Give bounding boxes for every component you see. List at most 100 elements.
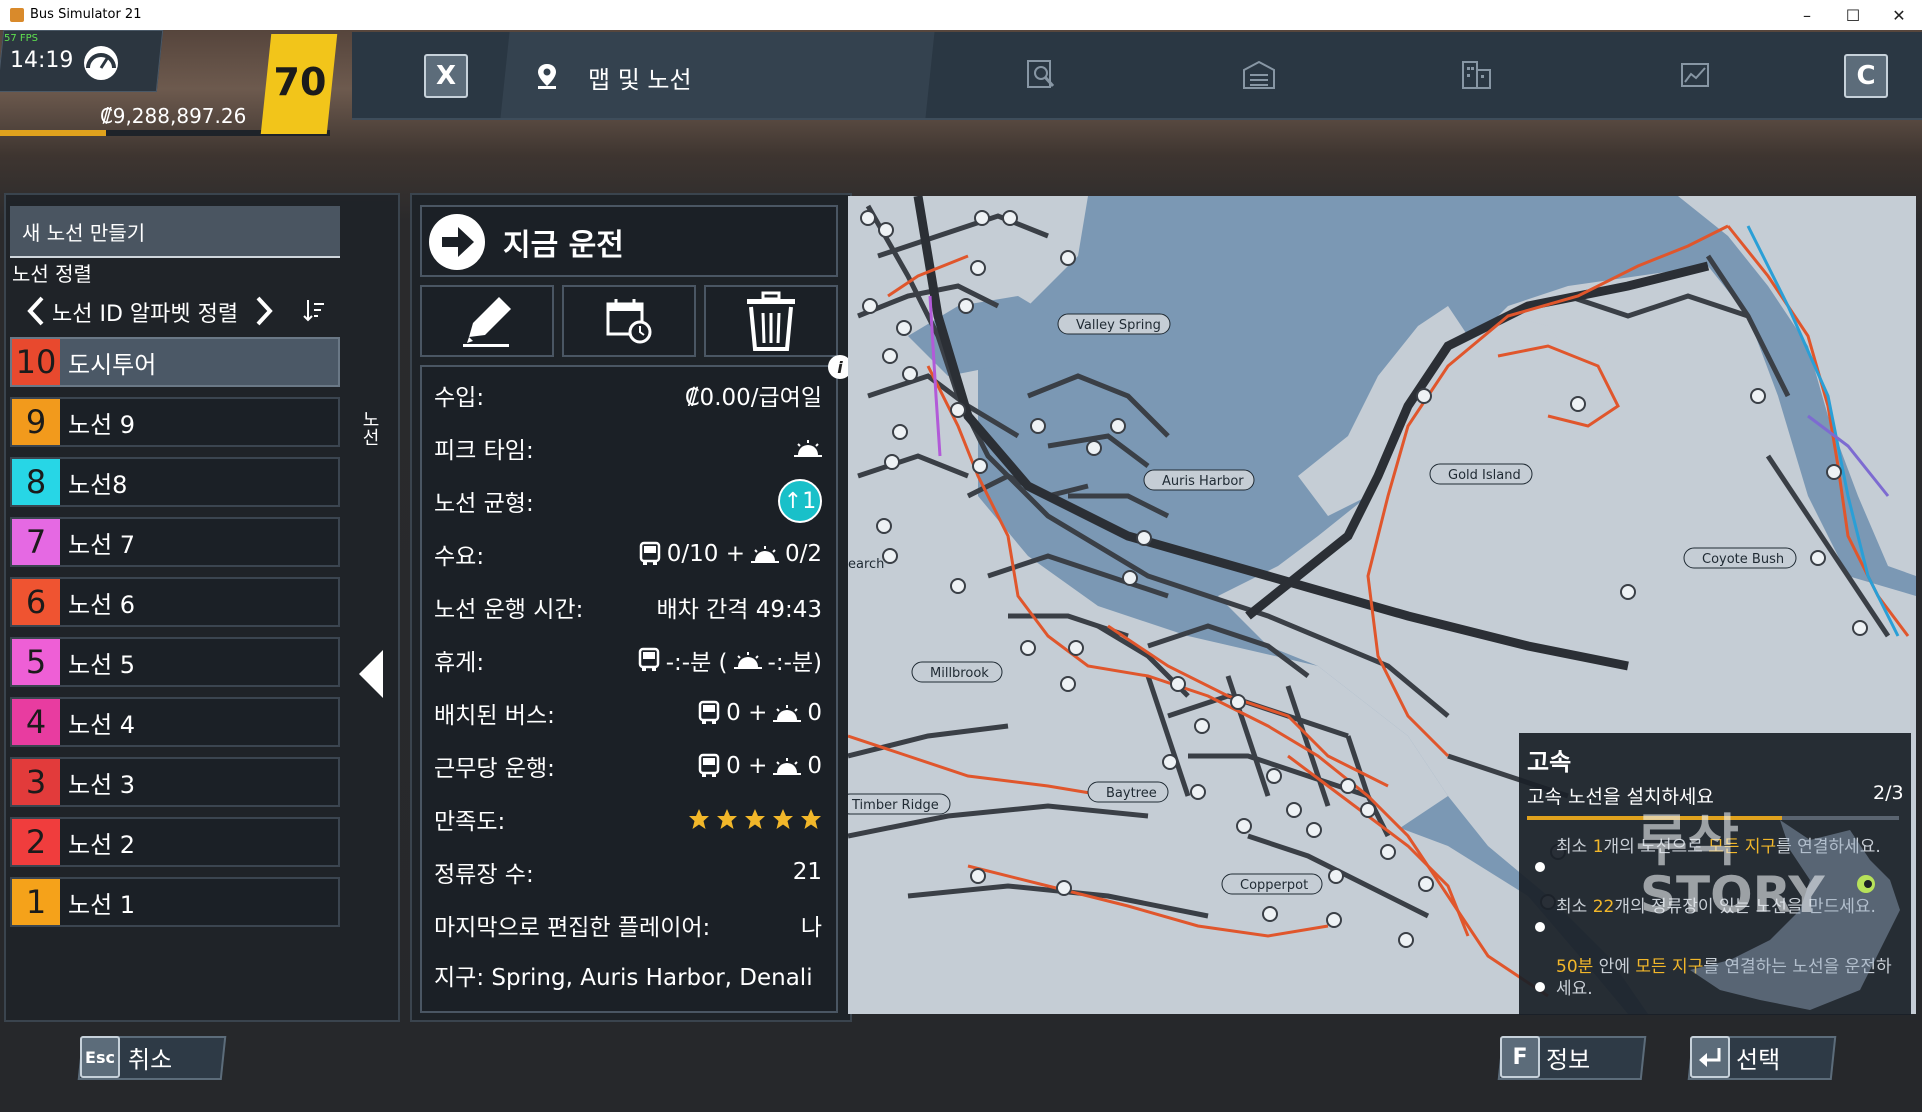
map-label-baytree: Baytree xyxy=(1106,786,1157,801)
game-speed-gauge-icon[interactable] xyxy=(82,44,120,82)
quest-bullet xyxy=(1535,862,1545,872)
star-icon xyxy=(745,809,765,829)
stat-value: 0/10 + 0/2 xyxy=(639,541,822,567)
close-menu-key[interactable]: X xyxy=(424,54,468,98)
route-number-badge: 8 xyxy=(12,459,60,505)
route-item[interactable]: 5 노선 5 xyxy=(10,637,340,687)
route-item[interactable]: 3 노선 3 xyxy=(10,757,340,807)
stat-peak: 0 xyxy=(807,700,822,726)
bus-icon xyxy=(639,541,660,565)
districts-text: 지구: Spring, Auris Harbor, Denali Re xyxy=(434,965,822,991)
edit-route-button[interactable] xyxy=(420,285,554,357)
delete-route-button[interactable] xyxy=(704,285,838,357)
route-name: 노선 2 xyxy=(68,830,136,859)
route-item[interactable]: 4 노선 4 xyxy=(10,697,340,747)
stats-chart-icon[interactable] xyxy=(1678,58,1712,92)
map-label-valley-spring: Valley Spring xyxy=(1076,318,1161,333)
stat-text: ₡0.00/급여일 xyxy=(684,385,822,411)
route-item[interactable]: 6 노선 6 xyxy=(10,577,340,627)
sort-value: 노선 ID 알파벳 정렬 xyxy=(52,302,239,327)
delete-trash-icon xyxy=(747,291,795,351)
sort-order-icon[interactable] xyxy=(302,298,326,322)
stat-primary: 0 + xyxy=(726,753,768,779)
edit-pencil-icon xyxy=(463,297,511,347)
stat-value xyxy=(688,808,822,830)
map-search-icon[interactable] xyxy=(1024,58,1058,92)
map-label-copperpot: Copperpot xyxy=(1240,878,1308,893)
stat-primary: 0 + xyxy=(726,700,768,726)
next-tab-key[interactable]: C xyxy=(1844,54,1888,98)
stat-text: 배차 간격 49:43 xyxy=(656,597,822,623)
xp-bar-fill xyxy=(0,130,106,136)
route-number-badge: 7 xyxy=(12,519,60,565)
stat-label: 근무당 운행: xyxy=(434,756,555,782)
window-title: Bus Simulator 21 xyxy=(30,7,142,22)
route-item[interactable]: 10 도시투어 xyxy=(10,337,340,387)
enter-key[interactable] xyxy=(1690,1036,1730,1078)
buildings-icon[interactable] xyxy=(1460,58,1494,92)
map-label-cut: earch xyxy=(848,557,884,572)
maximize-button[interactable]: ☐ xyxy=(1830,0,1876,30)
collapse-panel-arrow-icon[interactable] xyxy=(357,648,387,700)
stat-label: 만족도: xyxy=(434,809,506,835)
stat-label: 노선 운행 시간: xyxy=(434,597,584,623)
stat-row: 피크 타임: xyxy=(434,428,822,468)
chevron-right-icon[interactable] xyxy=(254,296,274,326)
player-level: 70 xyxy=(273,60,327,104)
route-item[interactable]: 7 노선 7 xyxy=(10,517,340,567)
stat-peak: -:-분) xyxy=(767,650,822,676)
route-name: 노선8 xyxy=(68,470,128,499)
stat-value: 0 + 0 xyxy=(698,700,822,726)
star-icon xyxy=(689,809,709,829)
fps-counter: 57 FPS xyxy=(4,33,39,44)
route-item[interactable]: 2 노선 2 xyxy=(10,817,340,867)
quest-bullet xyxy=(1535,982,1545,992)
esc-key[interactable]: Esc xyxy=(80,1036,120,1078)
bus-icon xyxy=(698,753,720,777)
stat-label: 노선 균형: xyxy=(434,491,534,517)
app-icon xyxy=(10,8,24,22)
star-icon xyxy=(717,809,737,829)
quest-title: 고속 xyxy=(1527,748,1572,776)
stat-value: -:-분 (-:-분) xyxy=(638,643,822,677)
stat-value: 나 xyxy=(801,908,822,942)
new-route-button[interactable]: 새 노선 만들기 xyxy=(10,206,340,256)
quest-highlight: 1 xyxy=(1592,837,1604,857)
schedule-calendar-icon xyxy=(606,299,652,344)
arrow-right-circle-icon xyxy=(429,214,485,270)
depot-icon[interactable] xyxy=(1242,58,1276,92)
route-item[interactable]: 1 노선 1 xyxy=(10,877,340,927)
close-window-button[interactable]: ✕ xyxy=(1876,0,1922,30)
quest-text: 안에 xyxy=(1593,957,1636,977)
stat-row: 수요: 0/10 + 0/2 xyxy=(434,534,822,574)
stat-label: 피크 타임: xyxy=(434,438,534,464)
stat-value: 21 xyxy=(793,859,822,885)
map-label-timber-ridge: Timber Ridge xyxy=(851,798,939,813)
f-key[interactable]: F xyxy=(1500,1036,1540,1078)
quest-highlight: 50분 xyxy=(1556,957,1594,977)
stat-row: 노선 균형: ↑1 xyxy=(434,479,822,523)
stat-row: 근무당 운행: 0 + 0 xyxy=(434,746,822,786)
stat-row: 배치된 버스: 0 + 0 xyxy=(434,693,822,733)
sort-selector[interactable]: 노선 ID 알파벳 정렬 xyxy=(12,290,332,330)
route-number-badge: 4 xyxy=(12,699,60,745)
route-number-badge: 1 xyxy=(12,879,60,925)
quest-text: 최소 xyxy=(1556,837,1593,857)
stat-row: 마지막으로 편집한 플레이어: 나 xyxy=(434,905,822,945)
route-number-badge: 2 xyxy=(12,819,60,865)
stat-peak: 0 xyxy=(807,753,822,779)
stat-label: 마지막으로 편집한 플레이어: xyxy=(434,915,711,941)
route-item[interactable]: 8 노선8 xyxy=(10,457,340,507)
stat-label: 정류장 수: xyxy=(434,862,534,888)
map-label-gold-island: Gold Island xyxy=(1448,468,1521,483)
tab-map-routes[interactable] xyxy=(500,32,935,118)
stat-value: 0 + 0 xyxy=(698,753,822,779)
minimize-button[interactable]: – xyxy=(1784,0,1830,30)
route-number-badge: 5 xyxy=(12,639,60,685)
route-name: 노선 9 xyxy=(68,410,136,439)
route-item[interactable]: 9 노선 9 xyxy=(10,397,340,447)
chevron-left-icon[interactable] xyxy=(26,296,46,326)
stat-label: 수입: xyxy=(434,385,485,411)
star-icon xyxy=(773,809,793,829)
schedule-button[interactable] xyxy=(562,285,696,357)
